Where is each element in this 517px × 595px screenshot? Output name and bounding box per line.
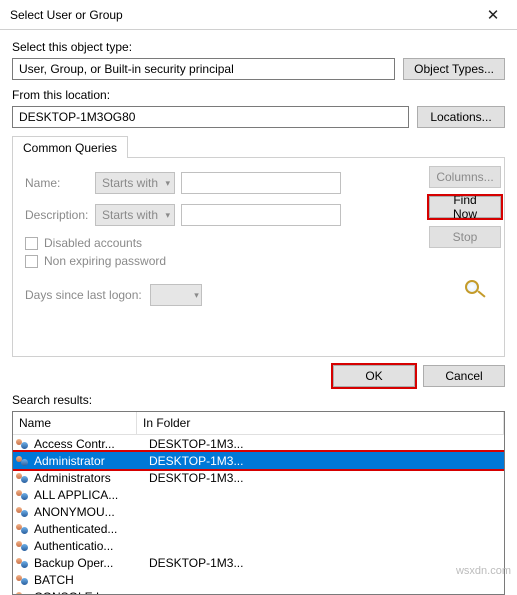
column-name[interactable]: Name (13, 412, 137, 434)
table-row[interactable]: Access Contr...DESKTOP-1M3... (13, 435, 504, 452)
search-icon (463, 278, 491, 300)
locations-button[interactable]: Locations... (417, 106, 505, 128)
stop-button[interactable]: Stop (429, 226, 501, 248)
user-group-icon (15, 556, 31, 570)
disabled-accounts-checkbox[interactable] (25, 237, 38, 250)
chevron-down-icon: ▾ (194, 290, 199, 301)
object-type-label: Select this object type: (12, 40, 505, 54)
row-folder: DESKTOP-1M3... (141, 454, 243, 468)
location-field[interactable]: DESKTOP-1M3OG80 (12, 106, 409, 128)
search-results-label: Search results: (0, 393, 517, 411)
row-folder: DESKTOP-1M3... (141, 437, 243, 451)
table-row[interactable]: Backup Oper...DESKTOP-1M3... (13, 554, 504, 571)
user-group-icon (15, 539, 31, 553)
table-row[interactable]: AdministratorsDESKTOP-1M3... (13, 469, 504, 486)
user-group-icon (15, 573, 31, 587)
row-name: Administrator (33, 454, 141, 468)
object-type-value: User, Group, or Built-in security princi… (19, 62, 234, 76)
watermark: wsxdn.com (456, 565, 511, 577)
table-row[interactable]: Authenticatio... (13, 537, 504, 554)
table-row[interactable]: ALL APPLICA... (13, 486, 504, 503)
name-match-combo[interactable]: Starts with ▾ (95, 172, 175, 194)
description-label: Description: (25, 208, 89, 222)
row-name: Administrators (33, 471, 141, 485)
disabled-accounts-label: Disabled accounts (44, 236, 142, 250)
row-name: Authenticated... (33, 522, 141, 536)
close-icon[interactable]: ✕ (473, 1, 513, 29)
chevron-down-icon: ▾ (165, 210, 170, 221)
columns-button[interactable]: Columns... (429, 166, 501, 188)
row-name: BATCH (33, 573, 141, 587)
name-label: Name: (25, 176, 89, 190)
name-match-value: Starts with (102, 176, 158, 190)
row-name: ALL APPLICA... (33, 488, 141, 502)
user-group-icon (15, 505, 31, 519)
cancel-button[interactable]: Cancel (423, 365, 505, 387)
tab-common-queries[interactable]: Common Queries (12, 136, 128, 158)
chevron-down-icon: ▾ (165, 178, 170, 189)
row-folder: DESKTOP-1M3... (141, 471, 243, 485)
search-results-list[interactable]: Name In Folder Access Contr...DESKTOP-1M… (12, 411, 505, 595)
column-folder[interactable]: In Folder (137, 412, 504, 434)
results-header: Name In Folder (13, 412, 504, 435)
description-match-combo[interactable]: Starts with ▾ (95, 204, 175, 226)
object-type-field[interactable]: User, Group, or Built-in security princi… (12, 58, 395, 80)
row-name: Access Contr... (33, 437, 141, 451)
name-input[interactable] (181, 172, 341, 194)
user-group-icon (15, 437, 31, 451)
non-expiring-label: Non expiring password (44, 254, 166, 268)
table-row[interactable]: AdministratorDESKTOP-1M3... (13, 452, 504, 469)
row-name: Authenticatio... (33, 539, 141, 553)
user-group-icon (15, 454, 31, 468)
location-label: From this location: (12, 88, 505, 102)
user-group-icon (15, 471, 31, 485)
days-since-logon-label: Days since last logon: (25, 288, 142, 302)
description-input[interactable] (181, 204, 341, 226)
table-row[interactable]: Authenticated... (13, 520, 504, 537)
table-row[interactable]: ANONYMOU... (13, 503, 504, 520)
user-group-icon (15, 590, 31, 595)
row-name: CONSOLE L... (33, 590, 141, 595)
row-name: ANONYMOU... (33, 505, 141, 519)
find-now-button[interactable]: Find Now (429, 196, 501, 218)
object-types-button[interactable]: Object Types... (403, 58, 505, 80)
table-row[interactable]: BATCH (13, 571, 504, 588)
ok-button[interactable]: OK (333, 365, 415, 387)
window-title: Select User or Group (10, 8, 123, 22)
row-folder: DESKTOP-1M3... (141, 556, 243, 570)
description-match-value: Starts with (102, 208, 158, 222)
table-row[interactable]: CONSOLE L... (13, 588, 504, 595)
location-value: DESKTOP-1M3OG80 (19, 110, 135, 124)
row-name: Backup Oper... (33, 556, 141, 570)
non-expiring-checkbox[interactable] (25, 255, 38, 268)
user-group-icon (15, 522, 31, 536)
days-since-logon-spinner[interactable]: ▾ (150, 284, 202, 306)
user-group-icon (15, 488, 31, 502)
